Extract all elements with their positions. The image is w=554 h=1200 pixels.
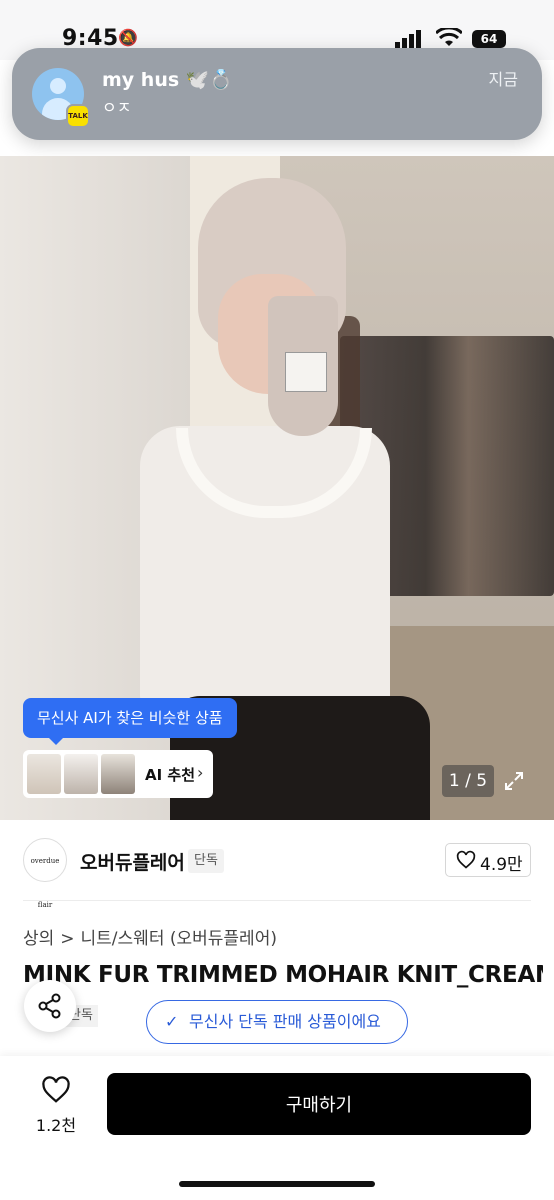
exclusive-notice[interactable]: ✓ 무신사 단독 판매 상품이에요: [146, 1000, 408, 1044]
breadcrumb[interactable]: 상의 > 니트/스웨터 (오버듀플레어): [23, 924, 283, 949]
heart-icon: [456, 850, 476, 869]
exclusive-badge: 단독: [188, 849, 224, 873]
divider: [23, 900, 531, 901]
bottom-purchase-bar: 1.2천 구매하기: [0, 1056, 554, 1200]
exclusive-notice-text: 무신사 단독 판매 상품이에요: [189, 1012, 381, 1031]
brand-name[interactable]: 오버듀플레어: [80, 848, 185, 875]
expand-icon[interactable]: [498, 765, 530, 797]
cellular-signal-icon: [395, 30, 421, 48]
ai-recommend-label: AI 추천: [145, 766, 196, 784]
brand-like-button[interactable]: 4.9만: [445, 843, 531, 877]
ai-recommend-button[interactable]: AI 추천 ›: [23, 750, 213, 798]
similar-product-thumbnail: [101, 754, 135, 794]
similar-product-thumbnail: [27, 754, 61, 794]
kakaotalk-app-icon: TALK: [66, 104, 90, 128]
share-button[interactable]: [24, 980, 76, 1032]
image-counter: 1 / 5: [442, 765, 494, 797]
breadcrumb-separator: >: [60, 929, 75, 949]
battery-icon: 64: [472, 30, 506, 48]
ai-recommend-tooltip: 무신사 AI가 찾은 비슷한 상품: [23, 698, 237, 745]
notification-message: ㅇㅈ: [102, 98, 132, 117]
share-icon: [38, 993, 61, 1019]
product-title: MINK FUR TRIMMED MOHAIR KNIT_CREAM: [23, 962, 543, 988]
wishlist-count: 1.2천: [35, 1116, 77, 1135]
notification-time: 지금: [488, 70, 518, 89]
chevron-right-icon: ›: [197, 763, 204, 782]
silent-bell-icon: 🔕: [118, 28, 138, 47]
heart-icon: [42, 1076, 70, 1103]
similar-product-thumbnail: [64, 754, 98, 794]
breadcrumb-subcategory[interactable]: 니트/스웨터 (오버듀플레어): [81, 929, 277, 949]
notification-sender: my hus 🕊️💍: [102, 69, 234, 91]
brand-like-count: 4.9만: [480, 855, 523, 875]
home-indicator[interactable]: [179, 1181, 375, 1187]
wishlist-button[interactable]: 1.2천: [34, 1076, 78, 1136]
kakaotalk-notification[interactable]: TALK my hus 🕊️💍 ㅇㅈ 지금: [12, 48, 542, 140]
wifi-icon: [436, 28, 462, 46]
buy-button[interactable]: 구매하기: [107, 1073, 531, 1135]
brand-logo[interactable]: overdue flair: [23, 838, 67, 909]
check-icon: ✓: [165, 1012, 179, 1031]
breadcrumb-category[interactable]: 상의: [23, 929, 54, 949]
